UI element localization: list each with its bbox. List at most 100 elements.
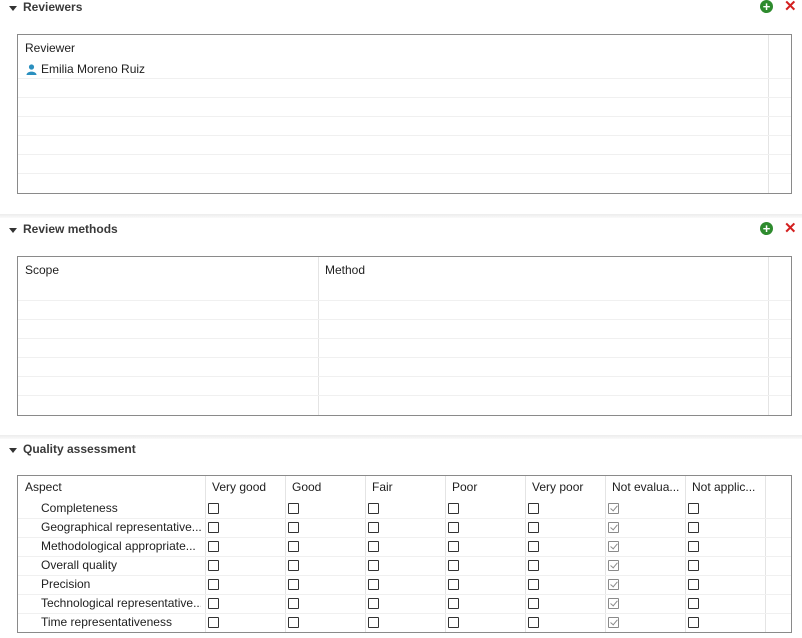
scope-column-header[interactable]: Scope [18, 259, 318, 281]
rating-checkbox[interactable] [448, 522, 459, 533]
column-header[interactable]: Fair [365, 476, 445, 498]
table-row[interactable]: Precision [18, 575, 765, 594]
rating-checkbox[interactable] [288, 579, 299, 590]
reviewers-title: Reviewers [23, 0, 83, 14]
rating-checkbox[interactable] [688, 598, 699, 609]
rating-checkbox[interactable] [448, 579, 459, 590]
reviewer-column-header[interactable]: Reviewer [18, 37, 768, 59]
quality-assessment-section-header[interactable]: Quality assessment [0, 442, 802, 462]
table-row[interactable]: Geographical representative... [18, 518, 765, 537]
column-header[interactable]: Not evalua... [605, 476, 685, 498]
chevron-down-icon[interactable] [9, 6, 17, 11]
aspect-label: Technological representative... [41, 596, 201, 610]
rating-checkbox[interactable] [688, 503, 699, 514]
remove-reviewer-button[interactable]: ✕ [784, 0, 797, 14]
table-row[interactable]: Time representativeness [18, 613, 765, 632]
rating-checkbox[interactable] [528, 560, 539, 571]
rating-checkbox[interactable] [688, 541, 699, 552]
rating-checkbox[interactable] [448, 598, 459, 609]
row-line [18, 357, 791, 358]
row-line [18, 376, 791, 377]
rating-checkbox[interactable] [368, 522, 379, 533]
chevron-down-icon[interactable] [9, 448, 17, 453]
row-line [18, 154, 791, 155]
rating-checkbox[interactable] [608, 598, 619, 609]
column-divider [768, 35, 769, 193]
rating-checkbox[interactable] [608, 522, 619, 533]
add-reviewer-button[interactable]: + [760, 0, 773, 13]
rating-checkbox[interactable] [528, 522, 539, 533]
rating-checkbox[interactable] [208, 503, 219, 514]
rating-checkbox[interactable] [528, 503, 539, 514]
section-separator [0, 435, 802, 439]
aspect-label: Geographical representative... [41, 520, 201, 534]
table-row[interactable]: Completeness [18, 499, 765, 518]
rating-checkbox[interactable] [688, 617, 699, 628]
rating-checkbox[interactable] [208, 598, 219, 609]
rating-checkbox[interactable] [288, 541, 299, 552]
rating-checkbox[interactable] [448, 560, 459, 571]
review-methods-table[interactable]: Scope Method [17, 256, 792, 416]
rating-checkbox[interactable] [448, 503, 459, 514]
remove-review-method-button[interactable]: ✕ [784, 221, 797, 236]
rating-checkbox[interactable] [688, 579, 699, 590]
rating-checkbox[interactable] [288, 560, 299, 571]
rating-checkbox[interactable] [528, 598, 539, 609]
chevron-down-icon[interactable] [9, 228, 17, 233]
rating-checkbox[interactable] [608, 560, 619, 571]
table-row[interactable]: Overall quality [18, 556, 765, 575]
row-line [18, 173, 791, 174]
rating-checkbox[interactable] [368, 560, 379, 571]
rating-checkbox[interactable] [208, 560, 219, 571]
rating-checkbox[interactable] [608, 617, 619, 628]
rating-checkbox[interactable] [688, 560, 699, 571]
column-header[interactable]: Aspect [18, 476, 205, 498]
rating-checkbox[interactable] [208, 579, 219, 590]
rating-checkbox[interactable] [528, 579, 539, 590]
aspect-label: Completeness [41, 501, 118, 515]
table-row[interactable]: Emilia Moreno Ruiz [18, 60, 768, 79]
rating-checkbox[interactable] [368, 617, 379, 628]
rating-checkbox[interactable] [368, 541, 379, 552]
rating-checkbox[interactable] [608, 503, 619, 514]
add-review-method-button[interactable]: + [760, 222, 773, 235]
reviewers-table[interactable]: Reviewer Emilia Moreno Ruiz [17, 34, 792, 194]
rating-checkbox[interactable] [368, 579, 379, 590]
column-header[interactable]: Not applic... [685, 476, 765, 498]
rating-checkbox[interactable] [208, 617, 219, 628]
rating-checkbox[interactable] [208, 541, 219, 552]
aspect-label: Methodological appropriate... [41, 539, 196, 553]
table-row[interactable]: Methodological appropriate... [18, 537, 765, 556]
rating-checkbox[interactable] [368, 503, 379, 514]
rating-checkbox[interactable] [608, 579, 619, 590]
review-methods-section-header[interactable]: Review methods + ✕ [0, 221, 802, 242]
rating-checkbox[interactable] [688, 522, 699, 533]
aspect-label: Overall quality [41, 558, 118, 572]
column-divider [768, 257, 769, 415]
rating-checkbox[interactable] [528, 541, 539, 552]
rating-checkbox[interactable] [288, 598, 299, 609]
aspect-label: Precision [41, 577, 91, 591]
rating-checkbox[interactable] [448, 541, 459, 552]
column-header[interactable]: Very good [205, 476, 285, 498]
column-header[interactable]: Good [285, 476, 365, 498]
rating-checkbox[interactable] [528, 617, 539, 628]
rating-checkbox[interactable] [448, 617, 459, 628]
quality-assessment-table[interactable]: Aspect Very good Good Fair Poor Very poor Not … [17, 475, 792, 633]
column-header[interactable]: Poor [445, 476, 525, 498]
reviewer-name: Emilia Moreno Ruiz [41, 62, 146, 76]
rating-checkbox[interactable] [208, 522, 219, 533]
rating-checkbox[interactable] [288, 503, 299, 514]
row-line [18, 300, 791, 301]
rating-checkbox[interactable] [368, 598, 379, 609]
column-divider [318, 257, 319, 415]
column-header[interactable]: Very poor [525, 476, 605, 498]
rating-checkbox[interactable] [288, 617, 299, 628]
table-row[interactable]: Technological representative... [18, 594, 765, 613]
rating-checkbox[interactable] [288, 522, 299, 533]
rating-checkbox[interactable] [608, 541, 619, 552]
method-column-header[interactable]: Method [318, 259, 768, 281]
section-separator [0, 214, 802, 218]
reviewers-section-header[interactable]: Reviewers + ✕ [0, 0, 802, 20]
row-line [18, 338, 791, 339]
